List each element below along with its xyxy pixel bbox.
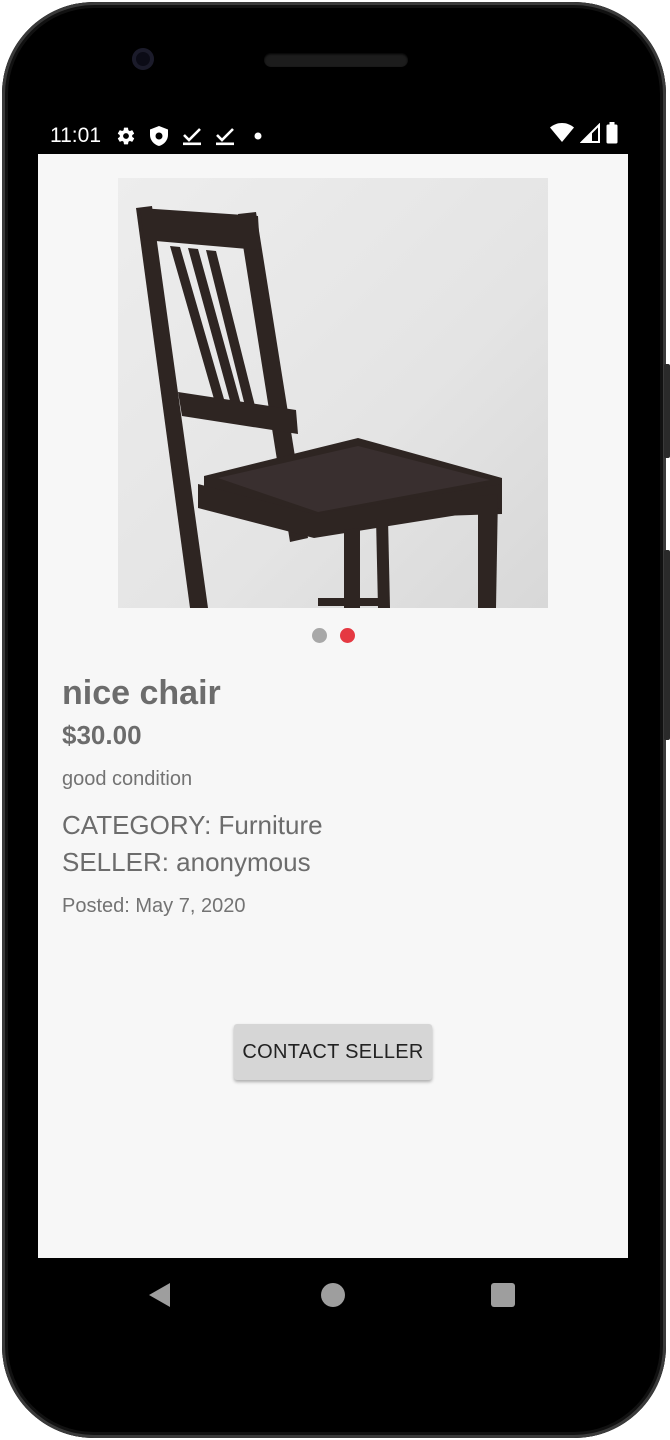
signal-icon — [579, 122, 600, 149]
carousel-dot[interactable] — [311, 628, 327, 643]
carousel-dot-active[interactable] — [339, 628, 355, 643]
listing-category: CATEGORY: Furniture — [62, 810, 323, 840]
power-button — [664, 364, 670, 458]
gear-icon — [115, 125, 137, 147]
earpiece-speaker — [264, 53, 408, 67]
contact-seller-button[interactable]: CONTACT SELLER — [234, 1024, 432, 1080]
download-check-icon — [181, 125, 203, 147]
status-bar: 11:01 — [38, 118, 628, 154]
download-check-icon — [214, 125, 236, 147]
volume-button — [664, 550, 670, 740]
listing-price: $30.00 — [62, 720, 142, 750]
navigation-bar — [38, 1258, 628, 1332]
status-time: 11:01 — [50, 124, 101, 147]
dot-icon — [247, 125, 269, 147]
recents-icon[interactable] — [491, 1283, 515, 1307]
carousel-indicator — [38, 628, 628, 643]
listing-image[interactable] — [118, 178, 548, 608]
front-camera — [132, 48, 154, 70]
shield-icon — [148, 125, 170, 147]
listing-seller: SELLER: anonymous — [62, 847, 311, 877]
back-icon[interactable] — [148, 1282, 172, 1313]
home-icon[interactable] — [321, 1283, 345, 1307]
listing-posted-date: Posted: May 7, 2020 — [62, 895, 246, 917]
listing-detail-screen: nice chair $30.00 good condition CATEGOR… — [38, 154, 628, 1258]
wifi-icon — [550, 123, 574, 149]
listing-title: nice chair — [62, 674, 221, 712]
listing-description: good condition — [62, 768, 193, 790]
battery-icon — [606, 122, 618, 150]
